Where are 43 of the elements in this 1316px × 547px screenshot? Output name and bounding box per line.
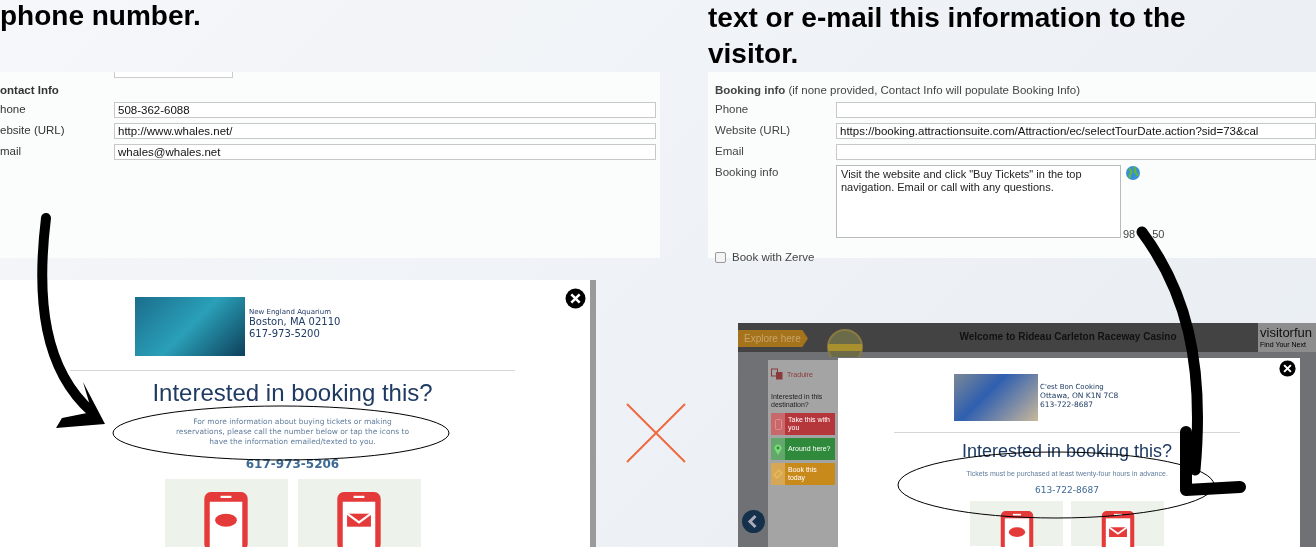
character-counter: 50 [1152,228,1165,240]
section-heading: ontact Info [0,83,60,97]
website-field[interactable]: https://booking.attractionsuite.com/Attraction/ec/selectTourDate.action?sid=73&cal [836,123,1316,139]
popup-title: Interested in booking this? [152,379,433,407]
section-heading: Booking info (if none provided, Contact Info will populate Booking Info) [715,83,1081,97]
phone-mail-icon[interactable] [1099,510,1136,547]
field-label: Website (URL) [715,123,792,138]
checkbox-label: Book with Zerve [732,251,815,263]
field-label: hone [0,102,27,117]
name-field[interactable] [114,72,233,78]
phone-field[interactable]: 508-362-6088 [114,102,656,118]
email-field[interactable]: whales@whales.net [114,144,656,160]
share-tile[interactable] [1071,501,1164,546]
translate-icon[interactable] [771,368,783,380]
checkbox[interactable] [715,251,726,263]
share-tile[interactable] [164,479,288,547]
ticket-icon [773,469,783,479]
phone-message-icon[interactable] [998,510,1035,547]
field-label: ebsite (URL) [0,123,66,138]
field-label: Phone [715,102,750,117]
website-field[interactable]: http://www.whales.net/ [114,123,656,139]
slide-heading: text or e-mail this information to the visitor. [708,1,1187,71]
brand-logo[interactable]: visitorfun [1260,325,1313,340]
booking-info-textarea[interactable]: Visit the website and click "Buy Tickets" in the top navigation. Email or call with any questions. [836,165,1121,238]
globe-icon[interactable] [1125,165,1141,181]
map-pin-icon [774,443,782,455]
booking-phone[interactable]: 613-722-8687 [1035,485,1099,495]
email-field[interactable] [836,144,1316,160]
field-label: Email [715,144,745,159]
share-tile[interactable] [297,479,421,547]
close-icon[interactable] [1279,360,1296,377]
character-counter: 98 [1123,228,1136,240]
share-tile[interactable] [970,501,1063,546]
field-label: Booking info [715,165,780,180]
cross-mark [626,403,686,463]
close-icon[interactable] [565,288,586,309]
phone-field[interactable] [836,102,1316,118]
slide-heading: phone number. [0,0,201,33]
booking-phone[interactable]: 617-973-5206 [245,457,340,471]
phone-icon [774,418,782,430]
venue-address: Boston, MA 02110 [249,315,341,328]
field-label: mail [0,144,23,159]
venue-phone: 617-973-5200 [249,327,321,340]
